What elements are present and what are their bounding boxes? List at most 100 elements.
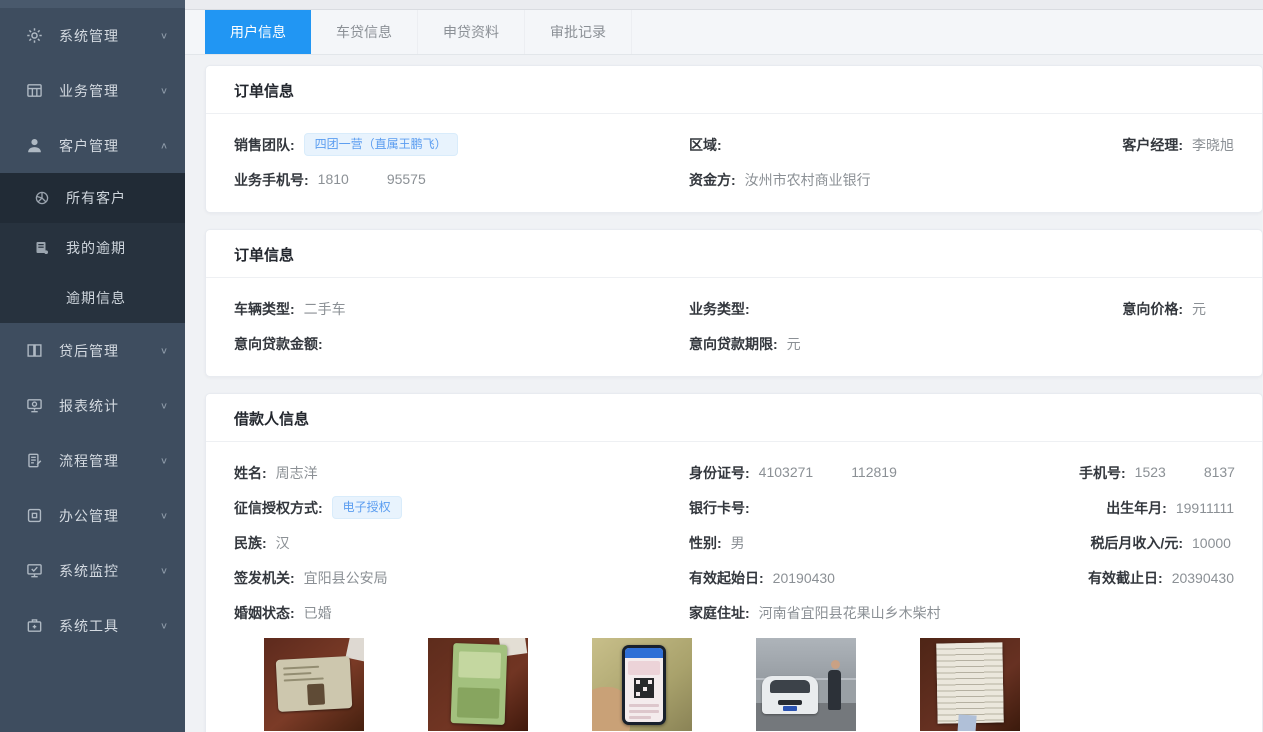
phone-qr-authorization-photo[interactable] [592,638,692,731]
field-intent-loan-term: 意向贷款期限: 元 [689,334,1079,354]
sidebar-item-postloan-management[interactable]: 贷后管理 ∨ [0,323,185,378]
sidebar-item-business-management[interactable]: 业务管理 ∨ [0,63,185,118]
my-overdue-icon [34,240,50,256]
field-marital-status: 婚姻状态: 已婚 [234,603,689,623]
field-home-address: 家庭住址: 河南省宜阳县花果山乡木柴村 [689,603,1079,623]
sidebar-item-label: 办公管理 [59,506,160,526]
card-title: 订单信息 [206,230,1262,278]
field-name: 姓名: 周志洋 [234,463,689,483]
person-with-car-photo[interactable] [756,638,856,731]
order-info-card-1: 订单信息 销售团队: 四团一营（直属王鹏飞） 区域: 客户经理: 李晓旭 [205,65,1263,213]
field-id-number: 身份证号: 4103271112819 [689,463,1079,483]
field-valid-to: 有效截止日: 20390430 [1079,568,1234,588]
field-ethnicity: 民族: 汉 [234,533,689,553]
main-area: 用户信息 车贷信息 申贷资料 审批记录 订单信息 销售团队: 四团一营（直属王鹏… [185,0,1263,732]
credit-auth-tag: 电子授权 [332,496,402,520]
sidebar-item-system-tools[interactable]: 系统工具 ∨ [0,598,185,653]
sidebar-item-system-management[interactable]: 系统管理 ∨ [0,8,185,63]
sidebar-subitem-label: 逾期信息 [66,288,126,308]
license-booklet-photo[interactable] [428,638,528,731]
sidebar-item-label: 系统监控 [59,561,160,581]
sales-team-tag: 四团一营（直属王鹏飞） [304,133,458,157]
card-title: 借款人信息 [206,394,1262,442]
sidebar-subitem-all-customers[interactable]: 所有客户 [0,173,185,223]
field-intent-loan-amount: 意向贷款金额: [234,334,689,354]
photo-item[interactable]: 其他材料 [920,638,1020,732]
chevron-down-icon: ∨ [160,455,169,465]
book-icon [26,342,43,359]
customer-management-submenu: 所有客户 我的逾期 逾期信息 [0,173,185,323]
field-vehicle-type: 车辆类型: 二手车 [234,299,689,319]
user-icon [26,137,43,154]
tab-loan-application-docs[interactable]: 申贷资料 [418,10,525,54]
table-icon [26,82,43,99]
chevron-down-icon: ∨ [160,620,169,630]
top-strip [185,0,1263,10]
sidebar-item-system-monitor[interactable]: 系统监控 ∨ [0,543,185,598]
office-icon [26,507,43,524]
chevron-up-icon: ∧ [160,140,169,150]
photo-item[interactable]: 个人照 [264,638,364,732]
field-region: 区域: [689,135,1079,155]
sidebar-item-label: 流程管理 [59,451,160,471]
field-issuing-authority: 签发机关: 宜阳县公安局 [234,568,689,588]
sidebar-subitem-my-overdue[interactable]: 我的逾期 [0,223,185,273]
gear-icon [26,27,43,44]
sidebar-item-customer-management[interactable]: 客户管理 ∧ [0,118,185,173]
sidebar-top-edge [0,0,185,8]
toolbox-icon [26,617,43,634]
sidebar-subitem-label: 所有客户 [66,188,126,208]
field-credit-auth-method: 征信授权方式: 电子授权 [234,496,689,520]
field-sales-team: 销售团队: 四团一营（直属王鹏飞） [234,133,689,157]
monitor-icon [26,397,43,414]
tab-user-info[interactable]: 用户信息 [205,10,311,54]
order-info-card-2: 订单信息 车辆类型: 二手车 业务类型: 意向价格: 元 [205,229,1263,377]
chevron-down-icon: ∨ [160,345,169,355]
field-funder: 资金方: 汝州市农村商业银行 [689,170,1079,190]
field-intent-price: 意向价格: 元 [1079,299,1234,319]
field-gender: 性别: 男 [689,533,1079,553]
sidebar-item-label: 报表统计 [59,396,160,416]
chevron-down-icon: ∨ [160,565,169,575]
sidebar-item-label: 系统管理 [59,26,160,46]
sidebar-item-label: 业务管理 [59,81,160,101]
all-customers-icon [34,190,50,206]
sidebar-item-label: 客户管理 [59,136,160,156]
clipboard-icon [26,452,43,469]
field-bank-card: 银行卡号: [689,498,1079,518]
chevron-down-icon: ∨ [160,400,169,410]
document-photos-row: 个人照 驾驶证原件 [234,630,1234,732]
field-monthly-income: 税后月收入/元: 10000 [1079,533,1234,553]
sidebar-subitem-label: 我的逾期 [66,238,126,258]
card-title: 订单信息 [206,66,1262,114]
redaction-block [815,466,849,481]
field-business-phone: 业务手机号: 181095575 [234,170,689,190]
monitor-check-icon [26,562,43,579]
borrower-info-card: 借款人信息 姓名: 周志洋 身份证号: 4103271112819 手机号: [205,393,1263,732]
chevron-down-icon: ∨ [160,510,169,520]
photo-item[interactable]: 驾驶证原件 [428,638,528,732]
field-account-manager: 客户经理: 李晓旭 [1079,135,1234,155]
photo-item[interactable]: 授权信息 [592,638,692,732]
sidebar-item-report-statistics[interactable]: 报表统计 ∨ [0,378,185,433]
field-valid-from: 有效起始日: 20190430 [689,568,1079,588]
id-card-photo[interactable] [264,638,364,731]
handwritten-document-photo[interactable] [920,638,1020,731]
sidebar: 系统管理 ∨ 业务管理 ∨ 客户管理 ∧ [0,0,185,732]
chevron-down-icon: ∨ [160,30,169,40]
redaction-block [351,173,385,188]
field-mobile-phone: 手机号: 15238137 [1079,463,1234,483]
photo-item[interactable]: 人车合影 [756,638,856,732]
detail-tabbar: 用户信息 车贷信息 申贷资料 审批记录 [185,10,1263,55]
sidebar-subitem-overdue-info[interactable]: 逾期信息 [0,273,185,323]
tab-car-loan-info[interactable]: 车贷信息 [311,10,418,54]
sidebar-item-label: 贷后管理 [59,341,160,361]
tab-approval-records[interactable]: 审批记录 [525,10,632,54]
field-business-type: 业务类型: [689,299,1079,319]
field-birth-date: 出生年月: 19911111 [1079,498,1234,518]
sidebar-item-label: 系统工具 [59,616,160,636]
sidebar-item-office-management[interactable]: 办公管理 ∨ [0,488,185,543]
redaction-block [1168,466,1202,481]
sidebar-item-process-management[interactable]: 流程管理 ∨ [0,433,185,488]
chevron-down-icon: ∨ [160,85,169,95]
